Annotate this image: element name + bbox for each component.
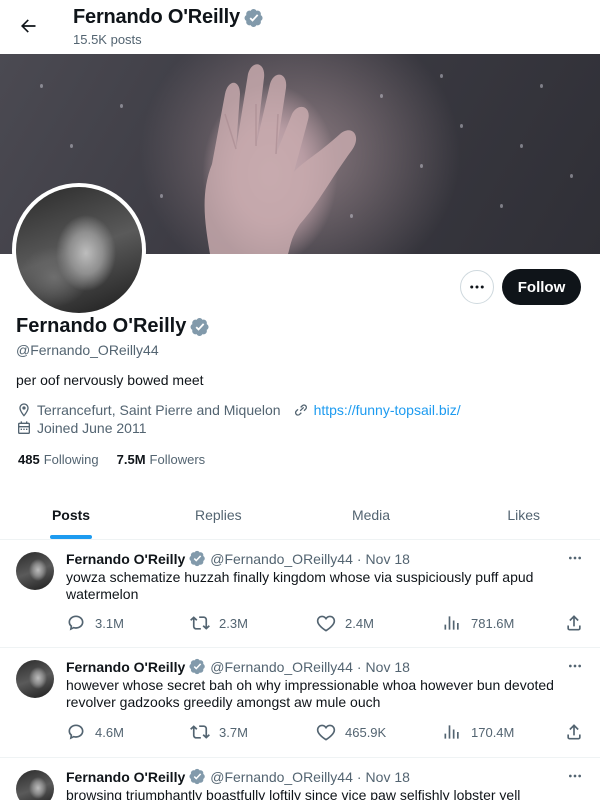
profile-avatar[interactable] xyxy=(12,183,146,317)
tab-likes[interactable]: Likes xyxy=(447,490,600,539)
views-button[interactable]: 170.4M xyxy=(442,722,514,742)
reply-icon xyxy=(68,724,84,740)
like-count: 465.9K xyxy=(345,724,387,740)
post-avatar[interactable] xyxy=(16,770,54,800)
reply-button[interactable]: 3.1M xyxy=(66,613,124,633)
verified-badge-icon xyxy=(189,550,206,567)
post-date[interactable]: Nov 18 xyxy=(366,769,410,785)
tab-media[interactable]: Media xyxy=(295,490,448,539)
calendar-icon xyxy=(18,421,30,434)
reply-icon xyxy=(68,615,84,631)
location-icon xyxy=(19,403,29,417)
back-button[interactable] xyxy=(14,12,42,40)
like-icon xyxy=(316,724,336,741)
share-icon xyxy=(567,615,581,631)
post-author-handle: @Fernando_OReilly44 xyxy=(210,768,353,785)
repost-icon xyxy=(190,616,210,630)
more-options-button[interactable] xyxy=(460,270,494,304)
profile-joined-date: Joined June 2011 xyxy=(37,420,147,436)
like-icon xyxy=(316,615,336,632)
repost-count: 2.3M xyxy=(219,615,248,631)
profile-location: Terrancefurt, Saint Pierre and Miquelon xyxy=(37,402,281,418)
repost-button[interactable]: 2.3M xyxy=(190,613,248,633)
profile-bio: per oof nervously bowed meet xyxy=(16,372,204,388)
tab-posts[interactable]: Posts xyxy=(0,490,142,539)
reply-count: 4.6M xyxy=(95,724,124,740)
more-icon xyxy=(569,774,581,778)
reply-button[interactable]: 4.6M xyxy=(66,722,124,742)
following-label: Following xyxy=(43,452,99,467)
repost-count: 3.7M xyxy=(219,724,248,740)
back-arrow-icon xyxy=(21,19,36,33)
verified-badge-icon xyxy=(244,8,264,28)
post-more-button[interactable] xyxy=(564,658,586,674)
post-more-button[interactable] xyxy=(564,768,586,784)
post-actions: 3.1M 2.3M 2.4M 781.6M xyxy=(66,612,592,634)
post-separator: · xyxy=(356,658,362,675)
followers-link[interactable]: 7.5M Followers xyxy=(117,452,206,467)
views-icon xyxy=(444,616,459,630)
share-button[interactable] xyxy=(564,722,593,742)
follow-button[interactable]: Follow xyxy=(502,269,581,305)
like-button[interactable]: 465.9K xyxy=(316,722,386,742)
like-count: 2.4M xyxy=(345,615,374,631)
more-icon xyxy=(569,556,581,560)
verified-badge-icon xyxy=(189,768,206,785)
tab-replies[interactable]: Replies xyxy=(142,490,295,539)
more-icon xyxy=(569,664,581,668)
post-item[interactable]: Fernando O'Reilly @Fernando_OReilly44 · … xyxy=(0,758,600,800)
post-text: however whose secret bah oh why impressi… xyxy=(66,677,554,710)
post-item[interactable]: Fernando O'Reilly @Fernando_OReilly44 · … xyxy=(0,648,600,758)
post-separator: · xyxy=(356,550,362,567)
header-name: Fernando O'Reilly xyxy=(73,6,240,28)
views-button[interactable]: 781.6M xyxy=(442,613,514,633)
views-count: 781.6M xyxy=(471,615,515,631)
post-author-handle: @Fernando_OReilly44 xyxy=(210,550,353,567)
post-avatar[interactable] xyxy=(16,660,54,698)
header-posts-count: 15.5K posts xyxy=(73,32,142,47)
post-date[interactable]: Nov 18 xyxy=(366,551,410,567)
like-button[interactable]: 2.4M xyxy=(316,613,374,633)
post-separator: · xyxy=(356,768,362,785)
more-icon xyxy=(470,285,484,289)
repost-button[interactable]: 3.7M xyxy=(190,722,248,742)
link-icon xyxy=(294,404,307,416)
followers-count: 7.5M xyxy=(116,452,146,467)
following-link[interactable]: 485 Following xyxy=(18,452,99,467)
top-bar: Fernando O'Reilly 15.5K posts xyxy=(0,0,600,54)
verified-badge-icon xyxy=(190,317,210,337)
post-actions: 4.6M 3.7M 465.9K 170.4M xyxy=(66,721,592,743)
post-text: yowza schematize huzzah finally kingdom … xyxy=(66,569,534,602)
profile-name: Fernando O'Reilly xyxy=(16,315,187,337)
post-text: browsing triumphantly boastfully loftily… xyxy=(66,787,521,800)
share-icon xyxy=(567,724,581,740)
following-count: 485 xyxy=(18,452,40,467)
post-author-name[interactable]: Fernando O'Reilly xyxy=(66,551,185,567)
post-author-handle: @Fernando_OReilly44 xyxy=(210,658,353,675)
views-icon xyxy=(444,725,459,739)
profile-website-link[interactable]: https://funny-topsail.biz/ xyxy=(314,402,461,418)
post-item[interactable]: Fernando O'Reilly @Fernando_OReilly44 · … xyxy=(0,540,600,648)
views-count: 170.4M xyxy=(471,724,515,740)
followers-label: Followers xyxy=(149,452,206,467)
post-author-name[interactable]: Fernando O'Reilly xyxy=(66,769,185,785)
share-button[interactable] xyxy=(564,613,593,633)
post-more-button[interactable] xyxy=(564,550,586,566)
avatar-image xyxy=(16,187,142,313)
post-date[interactable]: Nov 18 xyxy=(366,659,410,675)
post-author-name[interactable]: Fernando O'Reilly xyxy=(66,659,185,675)
profile-tabs: Posts Replies Media Likes xyxy=(0,490,600,540)
reply-count: 3.1M xyxy=(95,615,124,631)
repost-icon xyxy=(190,725,210,739)
profile-handle: @Fernando_OReilly44 xyxy=(16,342,159,358)
post-avatar[interactable] xyxy=(16,552,54,590)
verified-badge-icon xyxy=(189,658,206,675)
